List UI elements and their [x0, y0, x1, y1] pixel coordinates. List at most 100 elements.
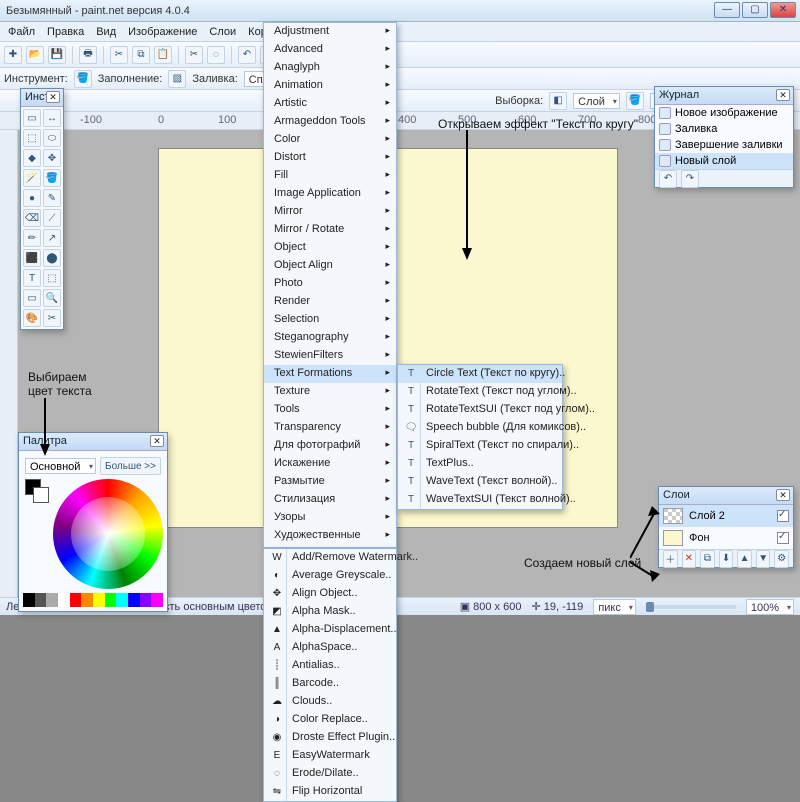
menu-file[interactable]: Файл [2, 24, 41, 40]
menu-item[interactable]: Object [264, 239, 396, 257]
menu-item[interactable]: ✥Align Object.. [264, 585, 396, 603]
menu-item[interactable]: Mirror [264, 203, 396, 221]
tool-button[interactable]: 🪄 [23, 169, 41, 187]
menu-item[interactable]: Anaglyph [264, 59, 396, 77]
undo-icon[interactable]: ↶ [659, 170, 677, 188]
submenu-item[interactable]: TWaveText (Текст волной).. [398, 473, 562, 491]
menu-item[interactable]: ┊Antialias.. [264, 657, 396, 675]
layer-item[interactable]: Фон [659, 527, 793, 549]
history-item[interactable]: Завершение заливки [655, 137, 793, 153]
save-icon[interactable]: 💾 [48, 46, 66, 64]
menu-item[interactable]: Искажение [264, 455, 396, 473]
cut-icon[interactable]: ✂ [110, 46, 128, 64]
menu-item[interactable]: Advanced [264, 41, 396, 59]
instrument-picker[interactable]: 🪣 [74, 70, 92, 88]
menu-item[interactable]: Image Application [264, 185, 396, 203]
menu-item[interactable]: Selection [264, 311, 396, 329]
duplicate-layer-icon[interactable]: ⧉ [700, 550, 715, 568]
fill-style-button[interactable]: ▨ [168, 70, 186, 88]
menu-item[interactable]: ▲Alpha-Displacement.. [264, 621, 396, 639]
menu-item[interactable]: ◌Erode/Dilate.. [264, 765, 396, 783]
tool-button[interactable]: ⬤ [43, 249, 61, 267]
tool-button[interactable]: ↗ [43, 229, 61, 247]
menu-item[interactable]: WAdd/Remove Watermark.. [264, 549, 396, 567]
layer-props-icon[interactable]: ⚙ [774, 550, 789, 568]
menu-item[interactable]: Размытие [264, 473, 396, 491]
add-layer-icon[interactable]: ＋ [663, 550, 678, 568]
submenu-item[interactable]: TRotateText (Текст под углом).. [398, 383, 562, 401]
layer-item[interactable]: Слой 2 [659, 505, 793, 527]
tool-button[interactable]: ⬚ [23, 129, 41, 147]
more-button[interactable]: Больше >> [100, 457, 161, 475]
palette-swatches[interactable] [23, 593, 163, 607]
tool-button[interactable]: ⬭ [43, 129, 61, 147]
menu-item[interactable]: StewienFilters [264, 347, 396, 365]
layer-dropdown[interactable]: Слой [573, 93, 620, 109]
tool-button[interactable]: T [23, 269, 41, 287]
window-maximize-button[interactable]: ▢ [742, 2, 768, 18]
tool-button[interactable]: ● [23, 189, 41, 207]
submenu-item[interactable]: 🗨Speech bubble (Для комиксов).. [398, 419, 562, 437]
menu-item[interactable]: Animation [264, 77, 396, 95]
copy-icon[interactable]: ⧉ [132, 46, 150, 64]
merge-down-icon[interactable]: ⬇ [719, 550, 734, 568]
menu-item[interactable]: ☁Clouds.. [264, 693, 396, 711]
delete-layer-icon[interactable]: ✕ [682, 550, 697, 568]
menu-item[interactable]: ◩Alpha Mask.. [264, 603, 396, 621]
tool-button[interactable]: ⬚ [43, 269, 61, 287]
menu-item[interactable]: EEasyWatermark [264, 747, 396, 765]
tool-button[interactable]: ▭ [23, 289, 41, 307]
zoom-slider[interactable] [646, 605, 736, 609]
window-close-button[interactable]: ✕ [770, 2, 796, 18]
window-minimize-button[interactable]: — [714, 2, 740, 18]
menu-item[interactable]: Color [264, 131, 396, 149]
menu-view[interactable]: Вид [90, 24, 122, 40]
menu-item[interactable]: ⇋Flip Horizontal [264, 783, 396, 801]
new-icon[interactable]: ✚ [4, 46, 22, 64]
deselect-icon[interactable]: ◌ [207, 46, 225, 64]
tool-button[interactable]: ✂ [43, 309, 61, 327]
menu-layers[interactable]: Слои [203, 24, 242, 40]
menu-item[interactable]: Узоры [264, 509, 396, 527]
tool-button[interactable]: ✏ [23, 229, 41, 247]
menu-item[interactable]: Mirror / Rotate [264, 221, 396, 239]
tool-button[interactable]: ⟋ [43, 209, 61, 227]
selection-mode-icon[interactable]: ◧ [549, 92, 567, 110]
close-icon[interactable]: ✕ [46, 91, 60, 103]
move-up-icon[interactable]: ▲ [737, 550, 752, 568]
layer-visible-toggle[interactable] [777, 510, 789, 522]
tool-button[interactable]: ↔ [43, 109, 61, 127]
zoom-dropdown[interactable]: 100% [746, 599, 794, 615]
menu-item[interactable]: Художественные [264, 527, 396, 545]
submenu-item[interactable]: TWaveTextSUI (Текст волной).. [398, 491, 562, 509]
tool-button[interactable]: 🎨 [23, 309, 41, 327]
flood-scope-icon[interactable]: 🪣 [626, 92, 644, 110]
menu-item[interactable]: Tools [264, 401, 396, 419]
close-icon[interactable]: ✕ [150, 435, 164, 447]
menu-item[interactable]: Для фотографий [264, 437, 396, 455]
color-swatches[interactable] [23, 477, 49, 503]
menu-item[interactable]: Text Formations [264, 365, 396, 383]
menu-item[interactable]: ◑Color Replace.. [264, 711, 396, 729]
menu-item[interactable]: AAlphaSpace.. [264, 639, 396, 657]
move-down-icon[interactable]: ▼ [756, 550, 771, 568]
submenu-item[interactable]: TRotateTextSUI (Текст под углом).. [398, 401, 562, 419]
tool-button[interactable]: ⌫ [23, 209, 41, 227]
tool-button[interactable]: ⬛ [23, 249, 41, 267]
history-item[interactable]: Заливка [655, 121, 793, 137]
redo-icon[interactable]: ↷ [681, 170, 699, 188]
units-dropdown[interactable]: пикс [593, 599, 636, 615]
menu-item[interactable]: Adjustment [264, 23, 396, 41]
menu-item[interactable]: Artistic [264, 95, 396, 113]
menu-item[interactable]: Armageddon Tools [264, 113, 396, 131]
menu-item[interactable]: Стилизация [264, 491, 396, 509]
menu-item[interactable]: Transparency [264, 419, 396, 437]
menu-item[interactable]: Render [264, 293, 396, 311]
tool-button[interactable]: 🪣 [43, 169, 61, 187]
menu-item[interactable]: Steganography [264, 329, 396, 347]
tool-button[interactable]: ✥ [43, 149, 61, 167]
menu-item[interactable]: Distort [264, 149, 396, 167]
submenu-item[interactable]: TTextPlus.. [398, 455, 562, 473]
menu-item[interactable]: Texture [264, 383, 396, 401]
undo-icon[interactable]: ↶ [238, 46, 256, 64]
